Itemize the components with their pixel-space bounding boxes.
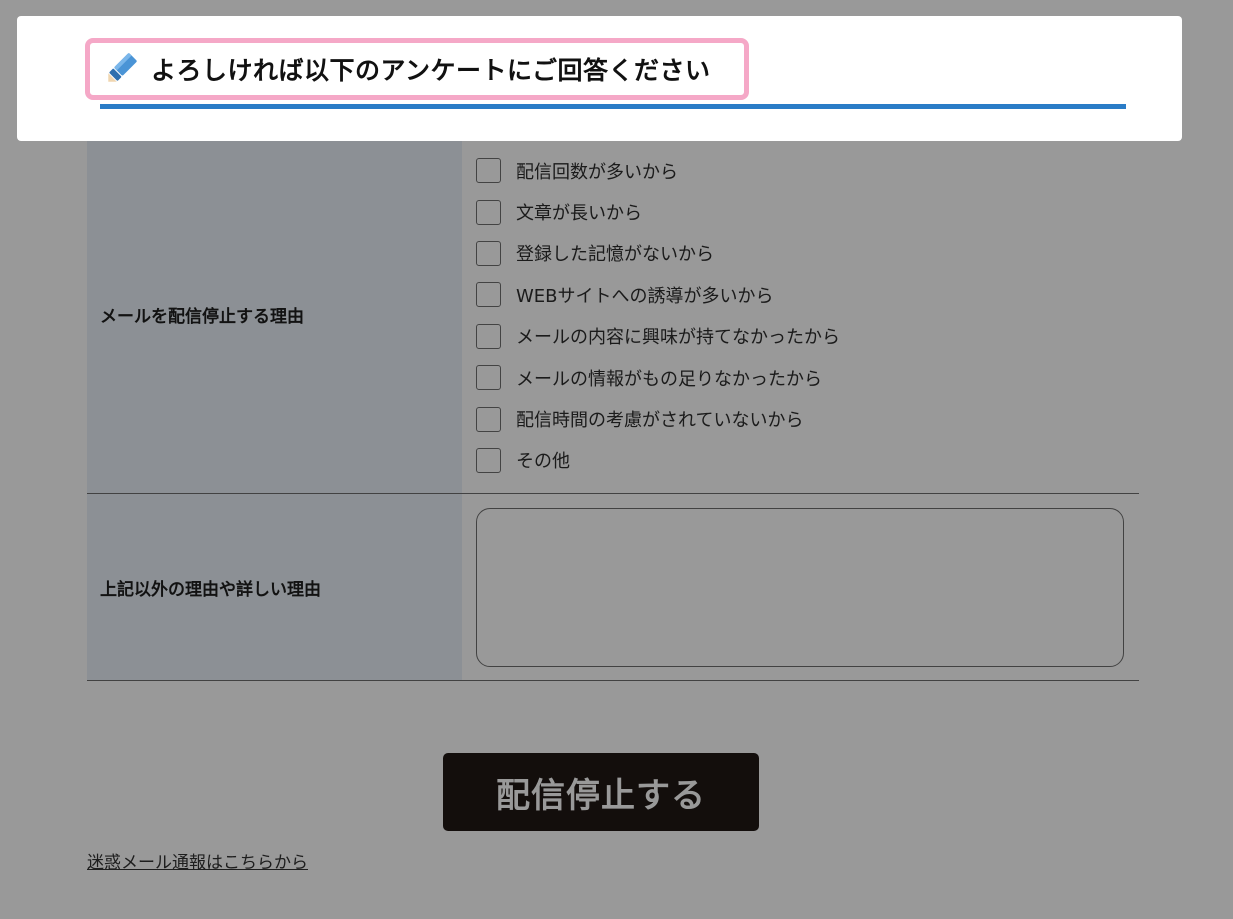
popup-heading-box: よろしければ以下のアンケートにご回答ください [85, 38, 749, 100]
popup-heading: よろしければ以下のアンケートにご回答ください [151, 56, 711, 85]
pencil-icon [108, 53, 137, 82]
survey-prompt-popup: よろしければ以下のアンケートにご回答ください [17, 16, 1182, 141]
heading-underline [100, 104, 1126, 109]
